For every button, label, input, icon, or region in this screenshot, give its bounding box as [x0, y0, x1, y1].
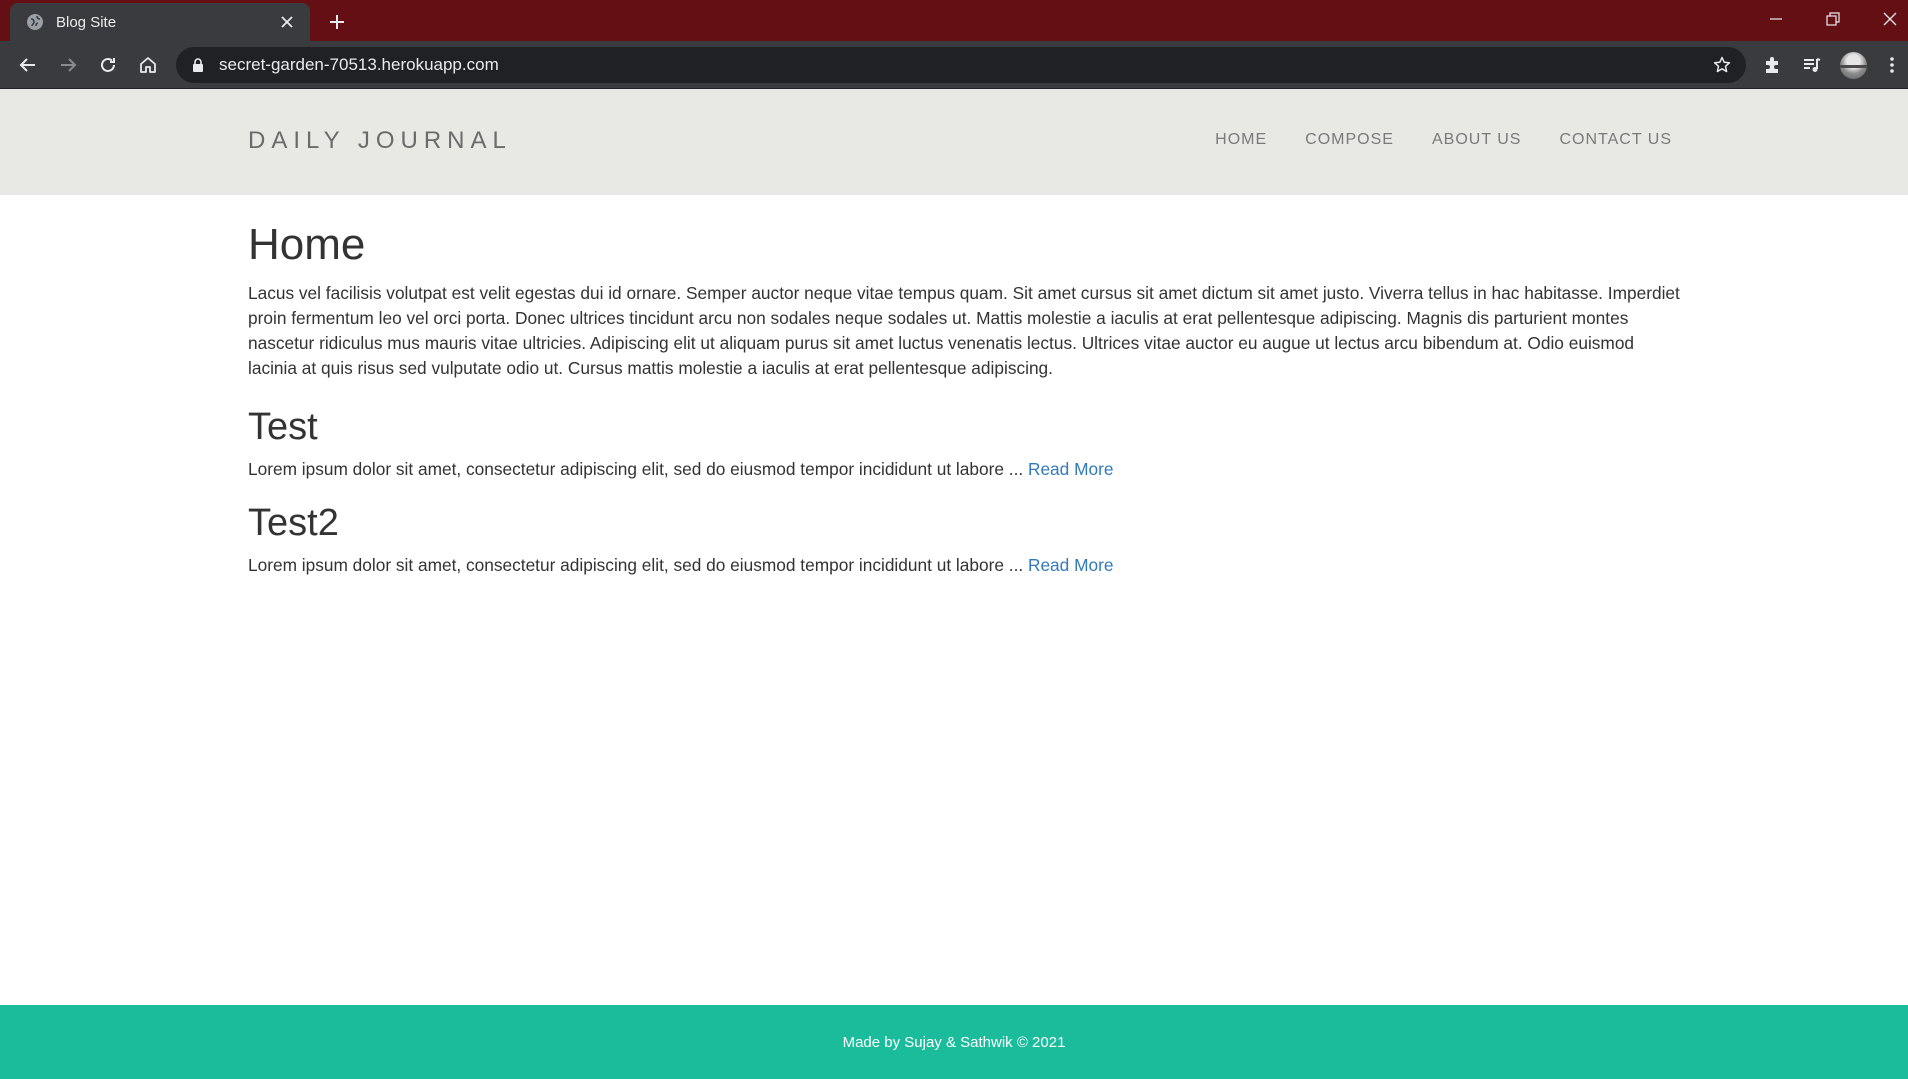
restore-icon[interactable] — [1807, 0, 1859, 38]
browser-toolbar: secret-garden-70513.herokuapp.com — [0, 41, 1908, 89]
read-more-link[interactable]: Read More — [1028, 459, 1114, 479]
close-tab-icon[interactable] — [276, 11, 298, 33]
post-title: Test — [248, 406, 318, 448]
nav-contact-link[interactable]: CONTACT US — [1559, 131, 1672, 149]
close-window-icon[interactable] — [1864, 0, 1908, 38]
site-footer: Made by Sujay & Sathwik © 2021 — [0, 1005, 1908, 1079]
browser-tabstrip: Blog Site — [0, 0, 1908, 41]
browser-tab[interactable]: Blog Site — [10, 3, 310, 41]
back-arrow-icon[interactable] — [12, 49, 44, 81]
nav-compose-link[interactable]: COMPOSE — [1305, 131, 1394, 149]
page-title: Home — [248, 220, 366, 269]
extensions-puzzle-icon[interactable] — [1756, 49, 1788, 81]
lock-icon[interactable] — [191, 57, 205, 73]
url-text[interactable]: secret-garden-70513.herokuapp.com — [219, 55, 1708, 75]
minimize-icon[interactable] — [1750, 0, 1802, 38]
address-bar[interactable]: secret-garden-70513.herokuapp.com — [176, 47, 1746, 83]
read-more-link[interactable]: Read More — [1028, 555, 1114, 575]
post-title: Test2 — [248, 502, 339, 544]
media-queue-icon[interactable] — [1796, 49, 1828, 81]
home-icon[interactable] — [132, 49, 164, 81]
reload-icon[interactable] — [92, 49, 124, 81]
home-intro-text: Lacus vel facilisis volutpat est velit e… — [248, 283, 1680, 378]
post-item: Test Lorem ipsum dolor sit amet, consect… — [248, 405, 1680, 481]
nav-home-link[interactable]: HOME — [1215, 131, 1267, 149]
main-nav: HOME COMPOSE ABOUT US CONTACT US — [1215, 131, 1672, 149]
profile-avatar[interactable] — [1840, 52, 1867, 79]
web-page: DAILY JOURNAL HOME COMPOSE ABOUT US CONT… — [0, 89, 1908, 1079]
site-header: DAILY JOURNAL HOME COMPOSE ABOUT US CONT… — [0, 89, 1908, 195]
footer-text: Made by Sujay & Sathwik © 2021 — [842, 1033, 1066, 1051]
more-menu-icon[interactable] — [1876, 49, 1908, 81]
tab-title: Blog Site — [56, 13, 117, 31]
new-tab-icon[interactable] — [324, 9, 350, 35]
main-content: Home Lacus vel facilisis volutpat est ve… — [248, 219, 1680, 597]
nav-about-link[interactable]: ABOUT US — [1432, 131, 1522, 149]
bookmark-star-icon[interactable] — [1708, 51, 1736, 79]
post-excerpt: Lorem ipsum dolor sit amet, consectetur … — [248, 459, 1028, 479]
post-excerpt: Lorem ipsum dolor sit amet, consectetur … — [248, 555, 1028, 575]
forward-arrow-icon[interactable] — [52, 49, 84, 81]
post-excerpt-paragraph: Lorem ipsum dolor sit amet, consectetur … — [248, 457, 1680, 481]
globe-icon — [26, 13, 44, 31]
site-brand[interactable]: DAILY JOURNAL — [248, 127, 512, 155]
post-item: Test2 Lorem ipsum dolor sit amet, consec… — [248, 501, 1680, 577]
post-excerpt-paragraph: Lorem ipsum dolor sit amet, consectetur … — [248, 553, 1680, 577]
